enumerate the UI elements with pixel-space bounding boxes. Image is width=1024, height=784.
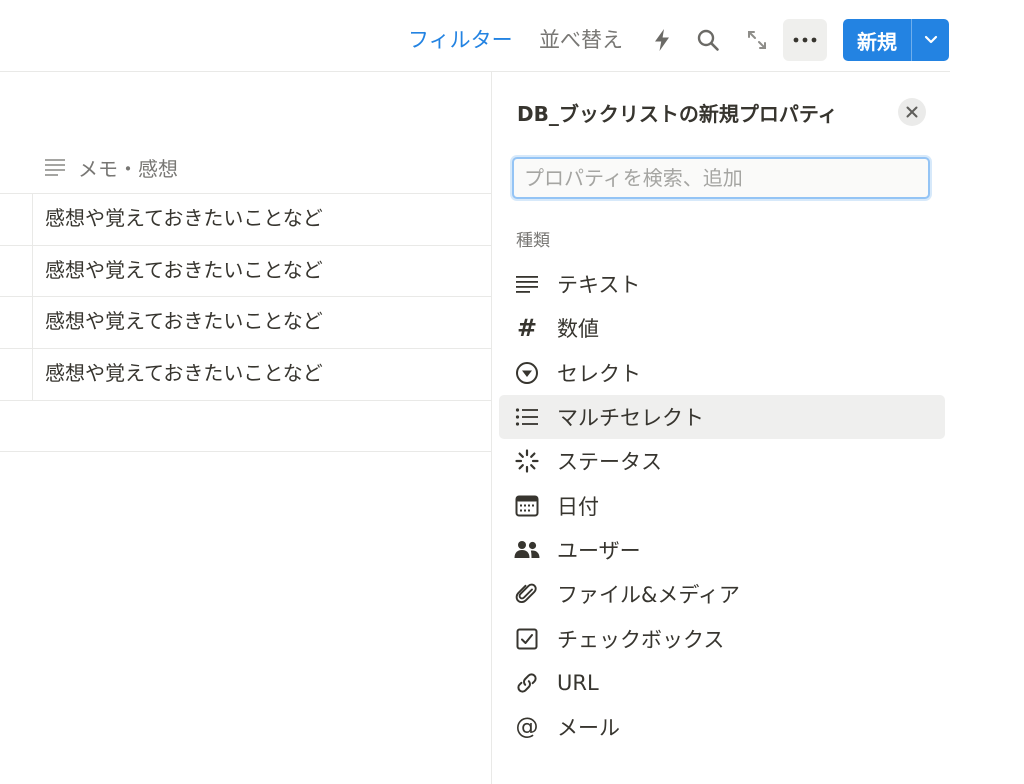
type-item-checkbox[interactable]: チェックボックス — [499, 616, 945, 660]
type-item-select[interactable]: セレクト — [499, 351, 945, 395]
property-type-list: テキスト # 数値 セレクト マルチセレクト ステータス 日付 ユーザー ファイ… — [499, 262, 945, 749]
list-icon — [514, 404, 540, 430]
cell-divider — [32, 246, 33, 297]
hash-icon: # — [516, 314, 538, 343]
type-label: メール — [557, 716, 620, 741]
type-item-status[interactable]: ステータス — [499, 439, 945, 483]
sort-button[interactable]: 並べ替え — [539, 26, 623, 54]
type-label: マルチセレクト — [557, 406, 704, 431]
calendar-icon — [514, 493, 540, 519]
toolbar: フィルター 並べ替え 新規 — [0, 0, 1024, 72]
chevron-down-icon[interactable] — [912, 19, 949, 61]
expand-icon[interactable] — [739, 22, 775, 58]
type-item-person[interactable]: ユーザー — [499, 528, 945, 572]
type-item-files-media[interactable]: ファイル&メディア — [499, 572, 945, 616]
text-lines-icon — [45, 159, 65, 176]
type-label: ステータス — [557, 450, 662, 475]
table-row[interactable]: 感想や覚えておきたいことなど — [0, 297, 491, 348]
type-label: ユーザー — [557, 538, 641, 563]
type-label: URL — [557, 670, 599, 695]
cell-divider — [32, 297, 33, 348]
status-icon — [514, 448, 540, 474]
type-item-number[interactable]: # 数値 — [499, 306, 945, 350]
type-item-multi-select[interactable]: マルチセレクト — [499, 394, 945, 440]
type-label: セレクト — [557, 361, 641, 386]
text-lines-icon — [514, 271, 540, 297]
add-row-divider — [0, 451, 491, 452]
type-item-url[interactable]: URL — [499, 661, 945, 705]
memo-cell[interactable]: 感想や覚えておきたいことなど — [45, 204, 323, 232]
type-label: 数値 — [557, 317, 599, 342]
select-icon — [514, 360, 540, 386]
link-icon — [514, 670, 540, 696]
memo-cell[interactable]: 感想や覚えておきたいことなど — [45, 359, 323, 387]
checkbox-icon — [514, 626, 540, 652]
search-icon[interactable] — [690, 22, 726, 58]
memo-cell[interactable]: 感想や覚えておきたいことなど — [45, 307, 323, 335]
type-item-date[interactable]: 日付 — [499, 483, 945, 527]
panel-title: DB_ブックリストの新規プロパティ — [517, 102, 838, 126]
table-row[interactable]: 感想や覚えておきたいことなど — [0, 194, 491, 245]
type-label: テキスト — [557, 273, 641, 298]
close-icon[interactable] — [898, 98, 926, 126]
paperclip-icon — [514, 581, 540, 607]
row-divider — [0, 400, 491, 401]
type-label: 日付 — [557, 494, 599, 519]
table-row[interactable]: 感想や覚えておきたいことなど — [0, 349, 491, 400]
more-icon[interactable] — [783, 19, 827, 61]
cell-divider — [32, 194, 33, 245]
at-icon: @ — [515, 713, 539, 740]
type-item-text[interactable]: テキスト — [499, 262, 945, 306]
new-button[interactable]: 新規 — [843, 19, 949, 61]
filter-button[interactable]: フィルター — [408, 26, 513, 54]
new-button-label[interactable]: 新規 — [843, 19, 911, 61]
users-icon — [514, 537, 540, 563]
column-header-memo[interactable]: メモ・感想 — [44, 152, 178, 182]
type-item-email[interactable]: @ メール — [499, 705, 945, 749]
section-label-type: 種類 — [516, 231, 550, 251]
cell-divider — [32, 349, 33, 400]
type-label: ファイル&メディア — [557, 583, 740, 608]
table-row[interactable]: 感想や覚えておきたいことなど — [0, 246, 491, 297]
new-property-panel: DB_ブックリストの新規プロパティ 種類 テキスト # 数値 セレクト — [491, 72, 1024, 784]
property-search-input[interactable] — [512, 157, 930, 199]
memo-cell[interactable]: 感想や覚えておきたいことなど — [45, 256, 323, 284]
type-label: チェックボックス — [557, 627, 725, 652]
lightning-icon[interactable] — [644, 22, 680, 58]
column-header-label: メモ・感想 — [78, 156, 178, 181]
